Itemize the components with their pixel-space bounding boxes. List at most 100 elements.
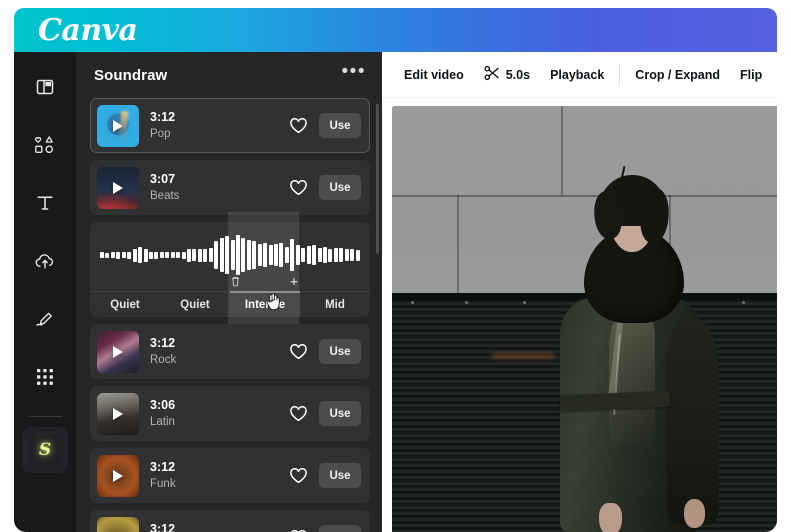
playback-button[interactable]: Playback: [540, 62, 614, 88]
add-segment-icon[interactable]: +: [290, 275, 298, 288]
waveform-bar: [110, 252, 115, 258]
elements-icon: [34, 134, 56, 156]
waveform-bar: [241, 238, 246, 272]
panel-scrollbar[interactable]: [376, 104, 379, 254]
slat-bolt: [522, 301, 526, 305]
waveform-bar: [170, 252, 175, 258]
waveform-bar: [197, 248, 202, 262]
pen-draw-icon: [34, 309, 56, 329]
track-genre: Funk: [150, 478, 176, 490]
waveform-bar: [100, 252, 104, 258]
waveform-bar: [301, 248, 306, 262]
waveform-bar: [339, 248, 344, 262]
track-duration: 3:07: [150, 172, 176, 186]
sidebar-item-draw[interactable]: [22, 296, 68, 342]
waveform-bar: [105, 252, 110, 258]
segment-label-row: Quiet Quiet Intense Mid: [90, 291, 370, 317]
waveform[interactable]: [90, 232, 370, 278]
track-row[interactable]: 3:07 Beats Use: [90, 160, 370, 215]
track-row[interactable]: 3:12 Rock Use: [90, 324, 370, 379]
favorite-heart-icon[interactable]: [289, 117, 308, 134]
scissors-icon: [484, 65, 500, 84]
waveform-segment-editor[interactable]: + Quiet Quiet Intense Mid: [90, 212, 370, 342]
soundraw-app-icon: S: [30, 435, 60, 465]
waveform-bar: [312, 245, 317, 265]
waveform-bar: [116, 251, 121, 259]
favorite-heart-icon[interactable]: [289, 343, 308, 360]
sidebar-item-design[interactable]: [22, 64, 68, 110]
track-duration: 3:12: [150, 336, 176, 350]
track-thumbnail[interactable]: [97, 392, 139, 435]
figure-arm: [665, 319, 719, 525]
favorite-heart-icon[interactable]: [289, 405, 308, 422]
track-genre: Rock: [150, 354, 177, 366]
track-row[interactable]: 3:06 Latin Use: [90, 386, 370, 441]
use-track-button[interactable]: Use: [319, 175, 361, 200]
delete-segment-icon[interactable]: [231, 276, 240, 291]
panel-header: Soundraw •••: [76, 52, 382, 98]
waveform-bar: [214, 241, 219, 269]
waveform-bar: [246, 240, 251, 270]
track-duration: 3:12: [150, 460, 176, 474]
trim-duration-value: 5.0s: [505, 67, 531, 82]
waveform-bar: [263, 243, 268, 267]
use-track-button[interactable]: Use: [319, 463, 361, 488]
canvas-area[interactable]: [382, 98, 777, 532]
video-preview[interactable]: [392, 106, 777, 532]
segment-tools: +: [90, 275, 370, 291]
favorite-heart-icon[interactable]: [289, 179, 308, 196]
edit-video-button[interactable]: Edit video: [394, 62, 474, 88]
play-icon: [113, 469, 123, 482]
sidebar-item-uploads[interactable]: [22, 238, 68, 284]
panel-more-options-button[interactable]: •••: [342, 62, 366, 83]
track-thumbnail[interactable]: [97, 104, 139, 147]
segment-mid[interactable]: Mid: [300, 292, 370, 317]
sidebar-item-soundraw[interactable]: S: [22, 427, 68, 473]
waveform-bar: [192, 249, 197, 261]
waveform-bar: [203, 248, 208, 262]
crop-expand-button[interactable]: Crop / Expand: [625, 62, 730, 88]
favorite-heart-icon[interactable]: [289, 467, 308, 484]
waveform-bar: [322, 247, 327, 263]
editor-shell: S Soundraw ••• 3:12 Pop Use 3:07 Beats U…: [14, 52, 777, 532]
sidebar-item-text[interactable]: [22, 180, 68, 226]
use-track-button[interactable]: Use: [319, 525, 361, 532]
waveform-bar: [148, 251, 153, 259]
track-thumbnail[interactable]: [97, 516, 139, 532]
track-genre: Pop: [150, 128, 171, 140]
segment-quiet-1[interactable]: Quiet: [90, 292, 160, 317]
use-track-button[interactable]: Use: [319, 401, 361, 426]
track-list[interactable]: 3:12 Pop Use 3:07 Beats Use + Quiet Quie…: [76, 98, 382, 532]
flip-button[interactable]: Flip: [730, 62, 772, 88]
track-duration: 3:06: [150, 398, 176, 412]
canva-top-bar: Canva: [14, 8, 777, 52]
track-row[interactable]: 3:12 House Use: [90, 510, 370, 532]
sidebar-item-elements[interactable]: [22, 122, 68, 168]
trim-button[interactable]: 5.0s: [474, 59, 540, 90]
waveform-bar: [165, 252, 170, 258]
track-duration: 3:12: [150, 110, 176, 124]
sidebar-item-apps[interactable]: [22, 354, 68, 400]
play-icon: [113, 181, 123, 194]
waveform-bar: [176, 252, 181, 258]
track-duration: 3:12: [150, 522, 176, 532]
track-row[interactable]: 3:12 Funk Use: [90, 448, 370, 503]
apps-grid-icon: [36, 368, 54, 386]
track-thumbnail[interactable]: [97, 454, 139, 497]
track-row[interactable]: 3:12 Pop Use: [90, 98, 370, 153]
waveform-bar: [138, 247, 143, 263]
use-track-button[interactable]: Use: [319, 339, 361, 364]
segment-quiet-2[interactable]: Quiet: [160, 292, 230, 317]
track-meta: 3:12 Funk: [150, 459, 289, 492]
segment-intense[interactable]: Intense: [230, 291, 300, 317]
track-thumbnail[interactable]: [97, 330, 139, 373]
waveform-bar: [121, 252, 126, 258]
track-meta: 3:06 Latin: [150, 397, 289, 430]
track-thumbnail[interactable]: [97, 166, 139, 209]
canva-logo[interactable]: Canva: [38, 14, 138, 48]
waveform-bar: [284, 247, 289, 263]
use-track-button[interactable]: Use: [319, 113, 361, 138]
waveform-bar: [257, 244, 262, 266]
waveform-bar: [230, 240, 235, 270]
waveform-bar: [344, 249, 349, 261]
